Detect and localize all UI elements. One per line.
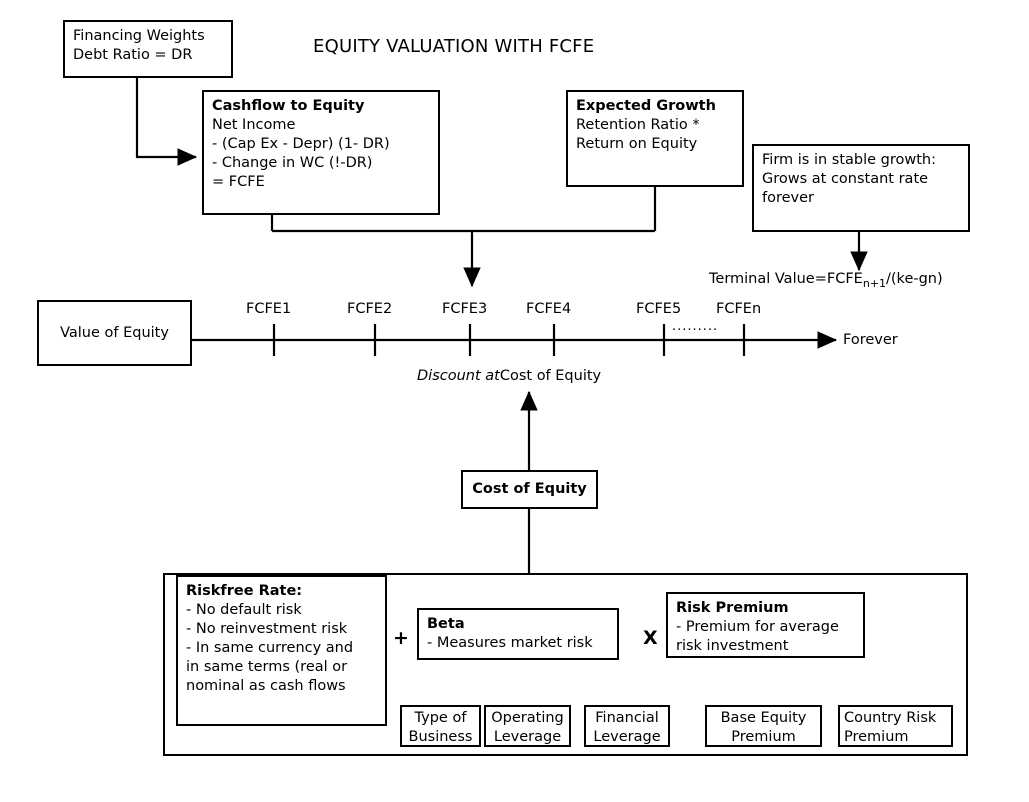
cost-of-equity-label: Cost of Equity	[472, 481, 587, 497]
terminal-value-suffix: /(ke-gn)	[886, 271, 943, 287]
type-of-business-line1: Type of	[414, 710, 467, 726]
cost-of-equity-box: Cost of Equity	[461, 470, 598, 509]
country-risk-premium-box: Country Risk Premium	[838, 705, 953, 747]
timeline-tick-label-fcfe4: FCFE4	[526, 301, 572, 317]
cashflow-to-equity-line1: Net Income	[212, 117, 296, 133]
cashflow-to-equity-box: Cashflow to Equity Net Income - (Cap Ex …	[202, 90, 440, 215]
stable-growth-line1: Firm is in stable growth:	[762, 152, 936, 168]
cashflow-to-equity-line3: - Change in WC (!-DR)	[212, 155, 373, 171]
country-risk-premium-line2: Premium	[844, 729, 909, 745]
stable-growth-line3: forever	[762, 190, 815, 206]
value-of-equity-box: Value of Equity	[37, 300, 192, 366]
diagram-title: EQUITY VALUATION WITH FCFE	[313, 36, 595, 57]
terminal-value-subscript: n+1	[862, 277, 887, 290]
cashflow-to-equity-line2: - (Cap Ex - Depr) (1- DR)	[212, 136, 390, 152]
financing-weights-line2: Debt Ratio = DR	[73, 47, 193, 63]
beta-box: Beta - Measures market risk	[417, 608, 619, 660]
discount-at-italic: Discount at	[417, 368, 500, 384]
beta-header: Beta	[427, 616, 465, 632]
financing-weights-line1: Financing Weights	[73, 28, 205, 44]
terminal-value-prefix: Terminal Value=FCFE	[709, 271, 863, 287]
riskfree-rate-box: Riskfree Rate: - No default risk - No re…	[176, 575, 387, 726]
cashflow-to-equity-header: Cashflow to Equity	[212, 98, 365, 114]
timeline-tick-label-fcfe1: FCFE1	[246, 301, 292, 317]
operating-leverage-box: Operating Leverage	[484, 705, 571, 747]
times-operator: X	[643, 627, 658, 649]
financial-leverage-line1: Financial	[595, 710, 659, 726]
expected-growth-line1: Retention Ratio *	[576, 117, 700, 133]
type-of-business-box: Type of Business	[400, 705, 481, 747]
risk-premium-line2: risk investment	[676, 638, 789, 654]
riskfree-rate-line3: - In same currency and	[186, 640, 354, 656]
risk-premium-header: Risk Premium	[676, 600, 789, 616]
diagram-canvas: EQUITY VALUATION WITH FCFE Financing Wei…	[0, 0, 1029, 802]
beta-line1: - Measures market risk	[427, 635, 593, 651]
country-risk-premium-line1: Country Risk	[844, 710, 937, 726]
plus-operator: +	[393, 627, 409, 649]
expected-growth-box: Expected Growth Retention Ratio * Return…	[566, 90, 744, 187]
riskfree-rate-line4: in same terms (real or	[186, 659, 348, 675]
base-equity-premium-line1: Base Equity	[720, 710, 807, 726]
discount-at-label: Discount atCost of Equity	[417, 367, 601, 385]
risk-premium-line1: - Premium for average	[676, 619, 839, 635]
timeline-forever-label: Forever	[843, 332, 898, 348]
stable-growth-box: Firm is in stable growth: Grows at const…	[752, 144, 970, 232]
wire-financing-to-cashflow	[135, 78, 198, 166]
riskfree-rate-line5: nominal as cash flows	[186, 678, 346, 694]
financial-leverage-box: Financial Leverage	[584, 705, 670, 747]
expected-growth-header: Expected Growth	[576, 98, 716, 114]
riskfree-rate-line2: - No reinvestment risk	[186, 621, 348, 637]
type-of-business-line2: Business	[408, 729, 473, 745]
riskfree-rate-line1: - No default risk	[186, 602, 302, 618]
discount-at-rest: Cost of Equity	[499, 368, 602, 384]
risk-premium-box: Risk Premium - Premium for average risk …	[666, 592, 865, 658]
financing-weights-box: Financing Weights Debt Ratio = DR	[63, 20, 233, 78]
base-equity-premium-box: Base Equity Premium	[705, 705, 822, 747]
operating-leverage-line2: Leverage	[493, 729, 562, 745]
expected-growth-line2: Return on Equity	[576, 136, 698, 152]
value-of-equity-label: Value of Equity	[60, 324, 169, 341]
stable-growth-line2: Grows at constant rate	[762, 171, 929, 187]
timeline-tick-label-fcfe3: FCFE3	[442, 301, 488, 317]
base-equity-premium-line2: Premium	[731, 729, 796, 745]
timeline-tick-label-fcfen: FCFEn	[716, 301, 762, 317]
timeline-tick-label-fcfe2: FCFE2	[347, 301, 393, 317]
financial-leverage-line2: Leverage	[593, 729, 661, 745]
operating-leverage-line1: Operating	[491, 710, 564, 726]
cashflow-to-equity-line4: = FCFE	[212, 174, 265, 190]
riskfree-rate-header: Riskfree Rate:	[186, 583, 303, 599]
terminal-value-label: Terminal Value=FCFEn+1/(ke-gn)	[709, 270, 943, 290]
timeline-ellipsis: ·········	[672, 323, 719, 338]
timeline-tick-label-fcfe5: FCFE5	[636, 301, 682, 317]
